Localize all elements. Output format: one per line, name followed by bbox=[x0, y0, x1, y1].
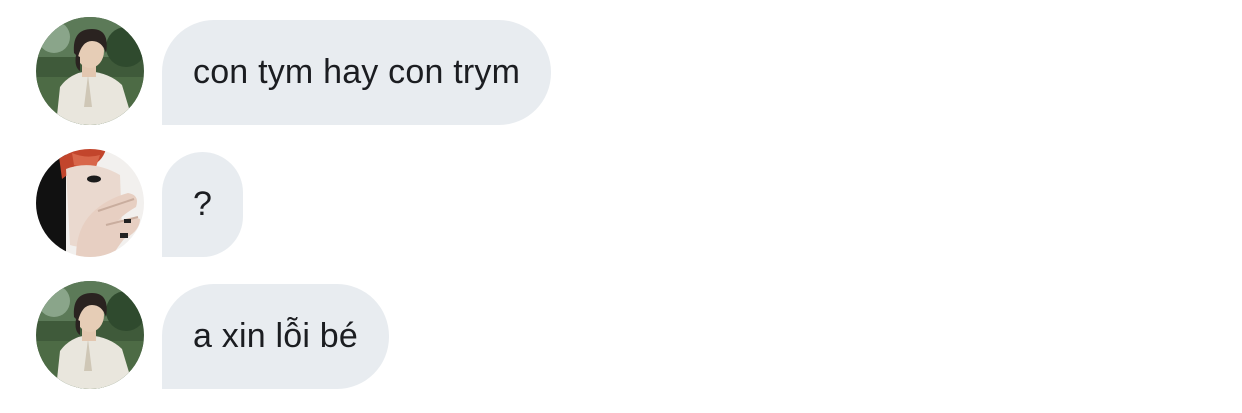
message-row: a xin lỗi bé bbox=[36, 281, 389, 389]
message-bubble[interactable]: ? bbox=[162, 152, 244, 257]
message-text: con tym hay con trym bbox=[193, 53, 521, 91]
message-bubble[interactable]: a xin lỗi bé bbox=[162, 284, 389, 389]
avatar-photo-garden bbox=[36, 281, 144, 389]
message-text: ? bbox=[193, 185, 213, 223]
avatar-photo-garden bbox=[36, 17, 144, 125]
message-row: ? bbox=[36, 149, 244, 257]
message-text: a xin lỗi bé bbox=[193, 317, 358, 355]
sender-avatar[interactable] bbox=[36, 17, 144, 125]
message-thread: con tym hay con trym ? a xin lỗi bé bbox=[0, 0, 1242, 413]
sender-avatar[interactable] bbox=[36, 281, 144, 389]
message-bubble[interactable]: con tym hay con trym bbox=[162, 20, 552, 125]
message-row: con tym hay con trym bbox=[36, 17, 552, 125]
avatar-photo-redhair bbox=[36, 149, 144, 257]
sender-avatar[interactable] bbox=[36, 149, 144, 257]
